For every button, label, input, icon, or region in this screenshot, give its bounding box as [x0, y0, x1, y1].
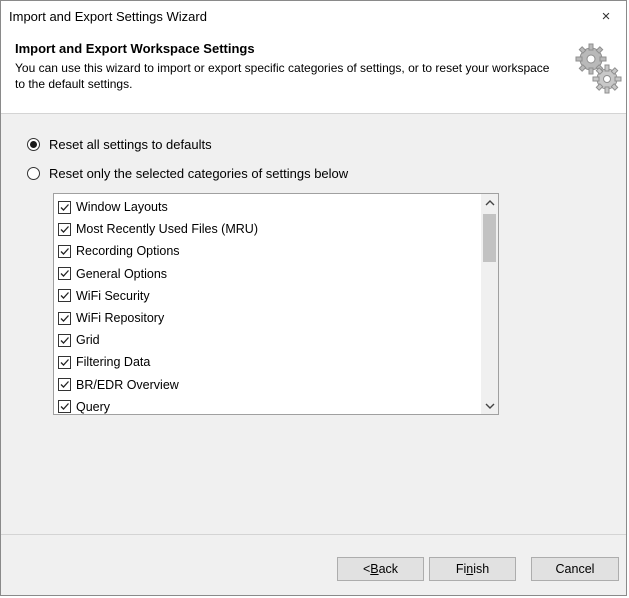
- list-item-label: Recording Options: [76, 244, 180, 259]
- cancel-button[interactable]: Cancel: [531, 557, 619, 581]
- checkbox[interactable]: [58, 400, 71, 414]
- back-label-accel: B: [370, 562, 379, 576]
- checkmark-icon: [60, 292, 69, 300]
- reset-selected-radio[interactable]: [27, 167, 40, 180]
- checkmark-icon: [60, 225, 69, 233]
- finish-button[interactable]: Fi n ish: [429, 557, 516, 581]
- back-label-rest: ack: [378, 562, 399, 576]
- checkmark-icon: [60, 358, 69, 366]
- scroll-down-button[interactable]: [481, 397, 498, 414]
- header-title: Import and Export Workspace Settings: [15, 41, 255, 56]
- chevron-up-icon: [485, 199, 494, 205]
- window-title: Import and Export Settings Wizard: [9, 9, 207, 24]
- checkmark-icon: [60, 336, 69, 344]
- categories-list-items: Window Layouts Most Recently Used Files (…: [58, 196, 478, 414]
- close-icon: ×: [601, 7, 611, 25]
- list-item-label: Grid: [76, 333, 100, 348]
- checkbox[interactable]: [58, 311, 71, 325]
- checkbox[interactable]: [58, 244, 71, 258]
- list-item[interactable]: Most Recently Used Files (MRU): [58, 218, 478, 240]
- reset-all-label: Reset all settings to defaults: [49, 137, 212, 152]
- gears-icon: [575, 43, 622, 94]
- checkbox[interactable]: [58, 378, 71, 392]
- checkbox[interactable]: [58, 222, 71, 236]
- scroll-thumb[interactable]: [483, 214, 496, 262]
- checkmark-icon: [60, 203, 69, 211]
- list-item-label: General Options: [76, 266, 168, 281]
- list-item[interactable]: Window Layouts: [58, 196, 478, 218]
- list-item-label: Query: [76, 399, 111, 414]
- cancel-label: Cancel: [555, 562, 595, 576]
- list-item-label: BR/EDR Overview: [76, 377, 179, 392]
- title-bar: Import and Export Settings Wizard ×: [1, 1, 626, 33]
- finish-label-rest: ish: [473, 562, 490, 576]
- reset-all-radio[interactable]: [27, 138, 40, 151]
- reset-all-option[interactable]: Reset all settings to defaults: [27, 137, 212, 152]
- list-item-label: WiFi Security: [76, 288, 150, 303]
- wizard-window: Import and Export Settings Wizard × Impo…: [0, 0, 627, 596]
- list-item[interactable]: General Options: [58, 263, 478, 285]
- close-button[interactable]: ×: [586, 1, 626, 31]
- reset-selected-option[interactable]: Reset only the selected categories of se…: [27, 166, 348, 181]
- list-item[interactable]: Filtering Data: [58, 351, 478, 373]
- list-item[interactable]: WiFi Repository: [58, 307, 478, 329]
- back-label-prefix: <: [362, 562, 371, 576]
- categories-list[interactable]: Window Layouts Most Recently Used Files (…: [53, 193, 499, 415]
- finish-label-accel: n: [466, 562, 474, 576]
- checkmark-icon: [60, 270, 69, 278]
- list-item-label: Window Layouts: [76, 200, 168, 215]
- checkmark-icon: [60, 314, 69, 322]
- wizard-content: Reset all settings to defaults Reset onl…: [1, 114, 626, 534]
- checkmark-icon: [60, 403, 69, 411]
- list-item[interactable]: Query: [58, 396, 478, 414]
- scroll-up-button[interactable]: [481, 194, 498, 211]
- chevron-down-icon: [485, 403, 494, 409]
- checkmark-icon: [60, 248, 69, 255]
- back-button[interactable]: < Back: [337, 557, 424, 581]
- checkbox[interactable]: [58, 289, 71, 303]
- checkmark-icon: [60, 381, 69, 389]
- list-item[interactable]: WiFi Security: [58, 285, 478, 307]
- list-scrollbar[interactable]: [481, 194, 498, 414]
- header-description: You can use this wizard to import or exp…: [15, 61, 550, 91]
- reset-selected-label: Reset only the selected categories of se…: [49, 166, 349, 181]
- checkbox[interactable]: [58, 355, 71, 369]
- list-item-label: Filtering Data: [76, 355, 151, 370]
- list-item[interactable]: Recording Options: [58, 240, 478, 262]
- wizard-footer: < Back Fi n ish Cancel: [1, 535, 626, 595]
- checkbox[interactable]: [58, 267, 71, 281]
- list-item-label: Most Recently Used Files (MRU): [76, 222, 258, 237]
- checkbox[interactable]: [58, 333, 71, 347]
- list-item-label: WiFi Repository: [76, 311, 165, 326]
- list-item[interactable]: BR/EDR Overview: [58, 374, 478, 396]
- list-item[interactable]: Grid: [58, 329, 478, 351]
- checkbox[interactable]: [58, 200, 71, 214]
- wizard-header: Import and Export Workspace Settings You…: [1, 33, 626, 109]
- finish-label-prefix: Fi: [455, 562, 467, 576]
